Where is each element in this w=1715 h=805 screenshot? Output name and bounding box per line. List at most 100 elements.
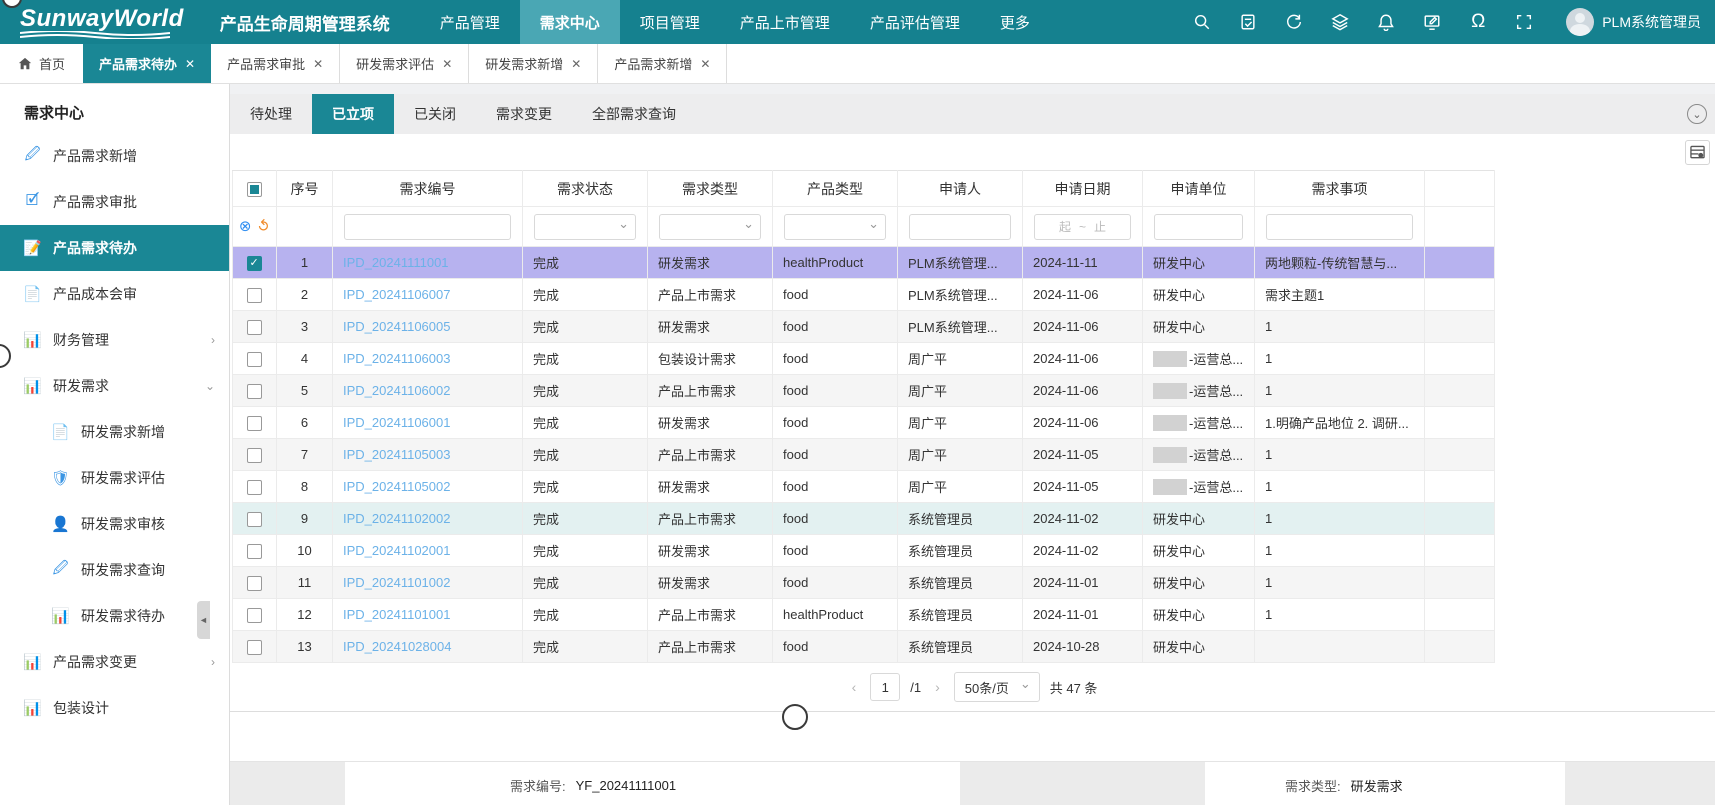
nav-menu-item-更多[interactable]: 更多 [980,0,1050,44]
requirement-id-link[interactable]: IPD_20241101001 [343,607,450,622]
nav-menu-item-产品上市管理[interactable]: 产品上市管理 [720,0,850,44]
close-tab-icon[interactable]: ✕ [571,57,581,71]
row-checkbox[interactable] [247,544,262,559]
sidebar-item-研发需求审核[interactable]: 👤研发需求审核 [0,501,229,547]
filter-input-需求编号[interactable] [344,214,511,240]
sidebar-item-产品成本会审[interactable]: 📄产品成本会审 [0,271,229,317]
table-row[interactable]: 2IPD_20241106007完成产品上市需求foodPLM系统管理...20… [233,279,1495,311]
table-row[interactable]: 4IPD_20241106003完成包装设计需求food周广平2024-11-0… [233,343,1495,375]
requirement-id-link[interactable]: IPD_20241101002 [343,575,450,590]
table-row[interactable]: 1IPD_20241111001完成研发需求healthProductPLM系统… [233,247,1495,279]
chevron-down-icon[interactable]: ⌄ [205,379,215,393]
user-chip[interactable]: PLM系统管理员 [1566,8,1701,36]
sidebar-item-产品需求变更[interactable]: 📊产品需求变更› [0,639,229,685]
table-row[interactable]: 11IPD_20241101002完成研发需求food系统管理员2024-11-… [233,567,1495,599]
sidebar-item-产品需求新增[interactable]: 🖉产品需求新增 [0,133,229,179]
filter-select-产品类型[interactable] [784,214,886,240]
requirement-id-link[interactable]: IPD_20241105003 [343,447,450,462]
current-page-box[interactable]: 1 [870,673,900,701]
filter-tab-待处理[interactable]: 待处理 [230,94,312,134]
layers-icon[interactable] [1330,12,1350,32]
requirement-id-link[interactable]: IPD_20241111001 [343,255,449,270]
filter-input-申请单位[interactable] [1154,214,1243,240]
bell-icon[interactable] [1376,12,1396,32]
requirement-id-link[interactable]: IPD_20241106007 [343,287,450,302]
table-row[interactable]: 3IPD_20241106005完成研发需求foodPLM系统管理...2024… [233,311,1495,343]
sidebar-item-研发需求新增[interactable]: 📄研发需求新增 [0,409,229,455]
page-size-select[interactable]: 50条/页 [954,672,1040,702]
monitor-edit-icon[interactable] [1422,12,1442,32]
row-checkbox[interactable] [247,512,262,527]
prev-page-button[interactable]: ‹ [848,679,861,695]
search-icon[interactable] [1192,12,1212,32]
sidebar-item-研发需求评估[interactable]: 🛡研发需求评估 [0,455,229,501]
chevron-right-icon[interactable]: › [211,655,215,669]
table-row[interactable]: 9IPD_20241102002完成产品上市需求food系统管理员2024-11… [233,503,1495,535]
sidebar-collapse-handle[interactable]: ◄ [197,601,210,639]
open-tab-产品需求待办[interactable]: 产品需求待办✕ [83,44,211,83]
requirement-id-link[interactable]: IPD_20241102001 [343,543,450,558]
close-tab-icon[interactable]: ✕ [313,57,323,71]
row-checkbox[interactable] [247,256,262,271]
row-checkbox[interactable] [247,320,262,335]
fullscreen-icon[interactable] [1514,12,1534,32]
table-row[interactable]: 12IPD_20241101001完成产品上市需求healthProduct系统… [233,599,1495,631]
filter-tab-已立项[interactable]: 已立项 [312,94,394,134]
sidebar-item-产品需求审批[interactable]: 🗹产品需求审批 [0,179,229,225]
row-checkbox[interactable] [247,352,262,367]
row-checkbox[interactable] [247,384,262,399]
collapse-filter-icon[interactable]: ⌄ [1687,104,1707,124]
filter-date-range[interactable]: 起 ~ 止 [1034,214,1131,240]
home-tab[interactable]: 首页 [0,44,83,83]
requirement-id-link[interactable]: IPD_20241106001 [343,415,450,430]
requirement-id-link[interactable]: IPD_20241106005 [343,319,450,334]
sidebar-item-包装设计[interactable]: 📊包装设计 [0,685,229,731]
filter-tab-全部需求查询[interactable]: 全部需求查询 [572,94,696,134]
nav-menu-item-需求中心[interactable]: 需求中心 [520,0,620,44]
row-checkbox[interactable] [247,608,262,623]
omega-icon[interactable]: Ω [1468,12,1488,32]
filter-tab-需求变更[interactable]: 需求变更 [476,94,572,134]
chevron-right-icon[interactable]: › [211,333,215,347]
select-all-checkbox[interactable] [247,182,262,197]
filter-input-需求事项[interactable] [1266,214,1413,240]
requirement-id-link[interactable]: IPD_20241106002 [343,383,450,398]
nav-menu-item-项目管理[interactable]: 项目管理 [620,0,720,44]
table-row[interactable]: 5IPD_20241106002完成产品上市需求food周广平2024-11-0… [233,375,1495,407]
refresh-icon[interactable] [1284,12,1304,32]
clipboard-check-icon[interactable] [1238,12,1258,32]
row-checkbox[interactable] [247,576,262,591]
requirement-id-link[interactable]: IPD_20241106003 [343,351,450,366]
close-tab-icon[interactable]: ✕ [700,57,710,71]
sidebar-item-产品需求待办[interactable]: 📝产品需求待办 [0,225,229,271]
filter-tab-已关闭[interactable]: 已关闭 [394,94,476,134]
close-tab-icon[interactable]: ✕ [185,57,195,71]
open-tab-产品需求新增[interactable]: 产品需求新增✕ [598,44,727,83]
reset-filter-icon[interactable]: ↺ [254,217,274,237]
open-tab-产品需求审批[interactable]: 产品需求审批✕ [211,44,340,83]
column-settings-button[interactable] [1685,140,1710,165]
requirement-id-link[interactable]: IPD_20241102002 [343,511,450,526]
table-row[interactable]: 10IPD_20241102001完成研发需求food系统管理员2024-11-… [233,535,1495,567]
table-row[interactable]: 13IPD_20241028004完成产品上市需求food系统管理员2024-1… [233,631,1495,663]
open-tab-研发需求新增[interactable]: 研发需求新增✕ [469,44,598,83]
row-checkbox[interactable] [247,480,262,495]
row-checkbox[interactable] [247,448,262,463]
filter-select-需求状态[interactable] [534,214,636,240]
table-row[interactable]: 7IPD_20241105003完成产品上市需求food周广平2024-11-0… [233,439,1495,471]
sidebar-item-研发需求待办[interactable]: 📊研发需求待办 [0,593,229,639]
close-tab-icon[interactable]: ✕ [442,57,452,71]
row-checkbox[interactable] [247,416,262,431]
filter-select-需求类型[interactable] [659,214,761,240]
nav-menu-item-产品管理[interactable]: 产品管理 [420,0,520,44]
open-tab-研发需求评估[interactable]: 研发需求评估✕ [340,44,469,83]
next-page-button[interactable]: › [931,679,944,695]
sidebar-item-研发需求查询[interactable]: 🖉研发需求查询 [0,547,229,593]
sidebar-item-研发需求[interactable]: 📊研发需求⌄ [0,363,229,409]
requirement-id-link[interactable]: IPD_20241105002 [343,479,450,494]
filter-input-申请人[interactable] [909,214,1011,240]
sidebar-item-财务管理[interactable]: 📊财务管理› [0,317,229,363]
row-checkbox[interactable] [247,288,262,303]
row-checkbox[interactable] [247,640,262,655]
clear-filter-icon[interactable]: ⊗ [239,219,252,234]
